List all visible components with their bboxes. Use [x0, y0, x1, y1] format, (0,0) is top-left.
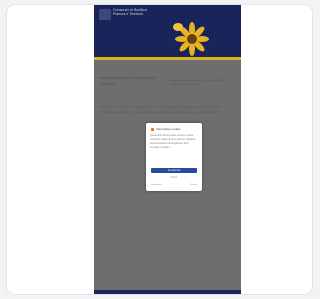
reject-cookies-button[interactable]: Rifiuta — [164, 176, 184, 180]
cookie-dialog-links: Preferenze Privacy — [151, 183, 197, 187]
privacy-link[interactable]: Privacy — [190, 183, 197, 187]
sunflower-icon — [173, 22, 209, 56]
logo-icon — [99, 9, 111, 20]
site-subtitle: Pianura e Territorio — [113, 12, 144, 16]
accept-cookies-button[interactable]: Accetta tutti — [151, 168, 197, 173]
accent-bar — [94, 57, 241, 60]
cookie-icon — [151, 128, 154, 131]
article-headline: Notizie dal territorio e comunicati del … — [100, 76, 155, 86]
preferences-link[interactable]: Preferenze — [151, 183, 161, 187]
preview-card: Consorzio di Bonifica Pianura e Territor… — [6, 4, 313, 295]
header-banner: Consorzio di Bonifica Pianura e Territor… — [94, 5, 241, 57]
site-name: Consorzio di Bonifica Pianura e Territor… — [113, 8, 173, 16]
cookie-dialog-title: Informativa cookie — [156, 127, 181, 131]
article-body: Il Consorzio informa che sono disponibil… — [100, 106, 221, 114]
cookie-consent-dialog: Informativa cookie Questo sito utilizza … — [146, 123, 202, 191]
footer-bar — [94, 290, 241, 294]
cookie-dialog-text: Questo sito utilizza cookie tecnici e, p… — [150, 135, 196, 149]
article-side-text: Aggiornamenti sulle attività e sui servi… — [170, 79, 226, 86]
